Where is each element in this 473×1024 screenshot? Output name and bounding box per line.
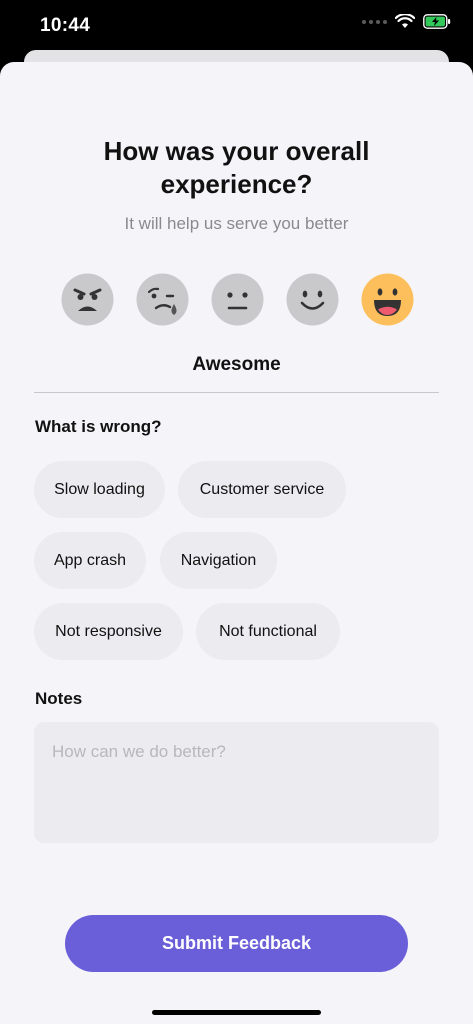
status-icons bbox=[362, 14, 451, 29]
title-line-1: How was your overall bbox=[103, 136, 370, 166]
notes-section-title: Notes bbox=[35, 689, 83, 708]
status-time: 10:44 bbox=[40, 15, 91, 36]
angry-face-icon[interactable] bbox=[61, 273, 114, 326]
notes-textarea[interactable] bbox=[34, 722, 439, 843]
submit-feedback-button[interactable]: Submit Feedback bbox=[65, 915, 408, 972]
chip-navigation[interactable]: Navigation bbox=[160, 532, 277, 589]
neutral-face-icon[interactable] bbox=[211, 273, 264, 326]
wifi-icon bbox=[395, 14, 415, 28]
sad-face-icon[interactable] bbox=[136, 273, 189, 326]
page-title: How was your overall experience? bbox=[0, 135, 473, 201]
signal-dots-icon bbox=[362, 19, 387, 24]
rating-selector bbox=[61, 273, 414, 326]
title-line-2: experience? bbox=[160, 169, 313, 199]
chip-app-crash[interactable]: App crash bbox=[34, 532, 146, 589]
status-bar: 10:44 bbox=[0, 0, 473, 50]
chip-customer-service[interactable]: Customer service bbox=[178, 461, 346, 518]
chip-slow-loading[interactable]: Slow loading bbox=[34, 461, 165, 518]
chip-not-responsive[interactable]: Not responsive bbox=[34, 603, 183, 660]
battery-charging-icon bbox=[423, 14, 451, 29]
chip-not-functional[interactable]: Not functional bbox=[196, 603, 340, 660]
selected-rating-label: Awesome bbox=[192, 354, 281, 375]
divider bbox=[34, 392, 439, 393]
grinning-face-icon-selected[interactable] bbox=[361, 273, 414, 326]
issues-section-title: What is wrong? bbox=[35, 417, 162, 436]
home-indicator bbox=[152, 1010, 321, 1015]
page-subtitle: It will help us serve you better bbox=[124, 214, 349, 233]
smiling-face-icon[interactable] bbox=[286, 273, 339, 326]
